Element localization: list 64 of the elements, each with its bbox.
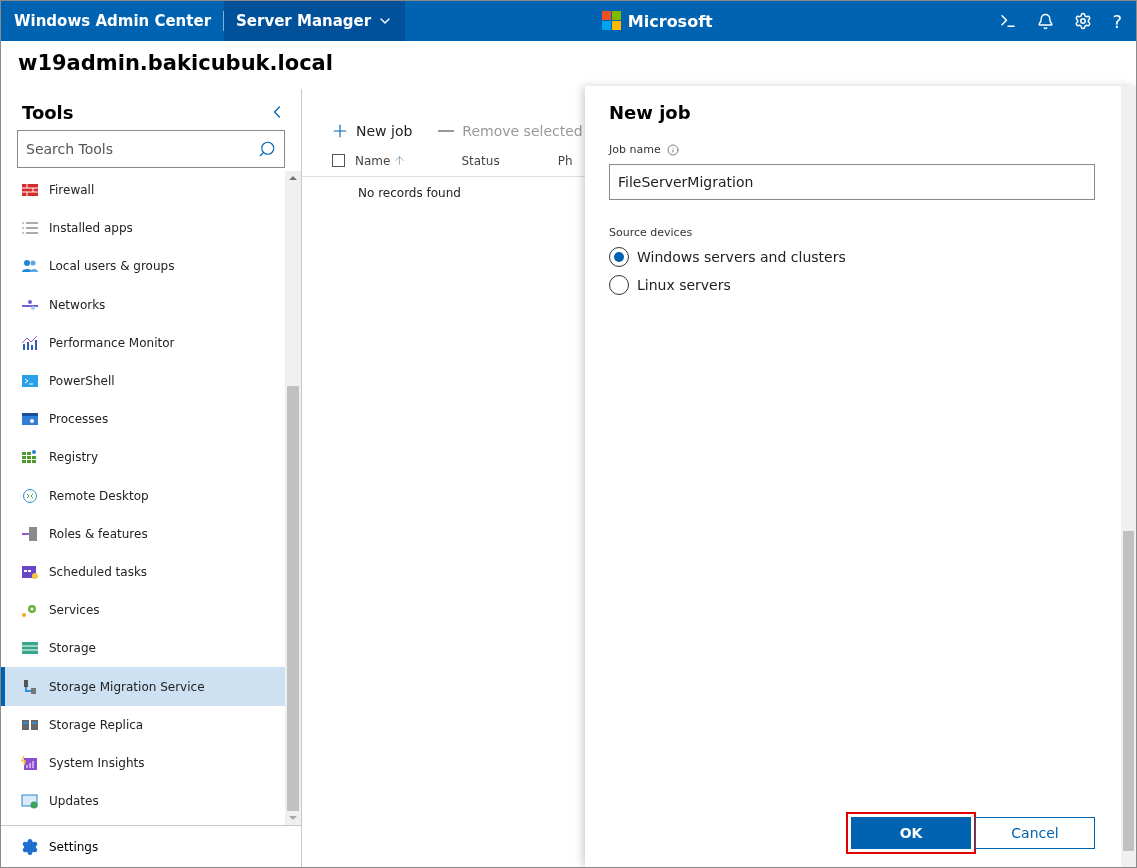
notifications-icon[interactable] bbox=[1037, 12, 1055, 30]
sidebar-item[interactable]: System Insights bbox=[1, 743, 285, 782]
calendar-icon bbox=[21, 563, 39, 580]
sidebar-item[interactable]: Processes bbox=[1, 400, 285, 439]
search-field[interactable]: Search Tools bbox=[17, 130, 285, 168]
migration-icon bbox=[21, 678, 39, 695]
scrollbar[interactable] bbox=[1121, 86, 1136, 867]
terminal-icon[interactable] bbox=[999, 12, 1018, 30]
cancel-button[interactable]: Cancel bbox=[975, 817, 1095, 849]
storage-icon bbox=[21, 640, 39, 657]
insights-icon bbox=[21, 754, 39, 771]
field-label: Job name bbox=[609, 143, 661, 156]
list-icon bbox=[21, 220, 39, 237]
sidebar-item[interactable]: Performance Monitor bbox=[1, 323, 285, 362]
settings-item[interactable]: Settings bbox=[1, 825, 301, 867]
sidebar-item[interactable]: Installed apps bbox=[1, 209, 285, 248]
sidebar-item[interactable]: Firewall bbox=[1, 171, 285, 210]
sort-arrow-icon bbox=[393, 154, 407, 167]
job-name-field[interactable]: FileServerMigration bbox=[609, 164, 1095, 200]
new-job-button[interactable]: New job bbox=[330, 121, 413, 141]
search-icon bbox=[258, 140, 276, 158]
sidebar-item[interactable]: Storage Migration Service bbox=[1, 667, 285, 706]
field-label: Source devices bbox=[609, 226, 693, 239]
sidebar-item[interactable]: Remote Desktop bbox=[1, 476, 285, 515]
server-icon bbox=[21, 525, 39, 542]
column-header[interactable]: Name bbox=[355, 153, 407, 168]
server-name: w19admin.bakicubuk.local bbox=[17, 50, 334, 77]
grid-icon bbox=[21, 449, 39, 466]
minus-icon bbox=[438, 130, 455, 132]
column-header[interactable]: Ph bbox=[557, 153, 573, 168]
sidebar-item[interactable]: Scheduled tasks bbox=[1, 552, 285, 592]
column-header[interactable]: Status bbox=[461, 153, 500, 168]
gear-icon bbox=[21, 602, 39, 619]
radio-option[interactable]: Windows servers and clusters bbox=[609, 247, 1095, 267]
sidebar-item[interactable]: PowerShell bbox=[1, 361, 285, 401]
sidebar-title: Tools bbox=[22, 101, 74, 123]
empty-message: No records found bbox=[358, 186, 461, 200]
settings-icon[interactable] bbox=[1074, 12, 1093, 30]
sidebar-item[interactable]: Registry bbox=[1, 438, 285, 477]
scroll-up-icon[interactable] bbox=[289, 176, 297, 180]
sidebar-item[interactable]: Storage bbox=[1, 629, 285, 668]
help-button[interactable]: ? bbox=[1112, 10, 1122, 32]
sidebar-item[interactable]: Services bbox=[1, 591, 285, 630]
tool-menu[interactable]: Server Manager bbox=[224, 1, 406, 41]
logo-icon bbox=[601, 11, 622, 31]
chart-icon bbox=[21, 334, 39, 351]
monitor-icon bbox=[21, 793, 39, 810]
terminal-icon bbox=[21, 373, 39, 390]
sidebar-item[interactable]: Updates bbox=[1, 782, 285, 821]
info-icon[interactable] bbox=[666, 143, 679, 156]
sidebar-item[interactable]: Roles & features bbox=[1, 514, 285, 553]
remote-icon bbox=[21, 487, 39, 504]
window-icon bbox=[21, 411, 39, 428]
select-all-checkbox[interactable] bbox=[332, 154, 345, 167]
radio-option[interactable]: Linux servers bbox=[609, 275, 1095, 295]
vendor-name: Microsoft bbox=[627, 11, 713, 31]
wall-icon bbox=[21, 182, 39, 199]
panel-title: New job bbox=[609, 102, 692, 123]
gear-icon bbox=[21, 837, 39, 856]
users-icon bbox=[21, 258, 39, 275]
sidebar-item[interactable]: Networks bbox=[1, 285, 285, 324]
sidebar-item[interactable]: Storage Replica bbox=[1, 705, 285, 744]
scrollbar[interactable] bbox=[285, 171, 301, 825]
sidebar-item[interactable]: Local users & groups bbox=[1, 247, 285, 286]
